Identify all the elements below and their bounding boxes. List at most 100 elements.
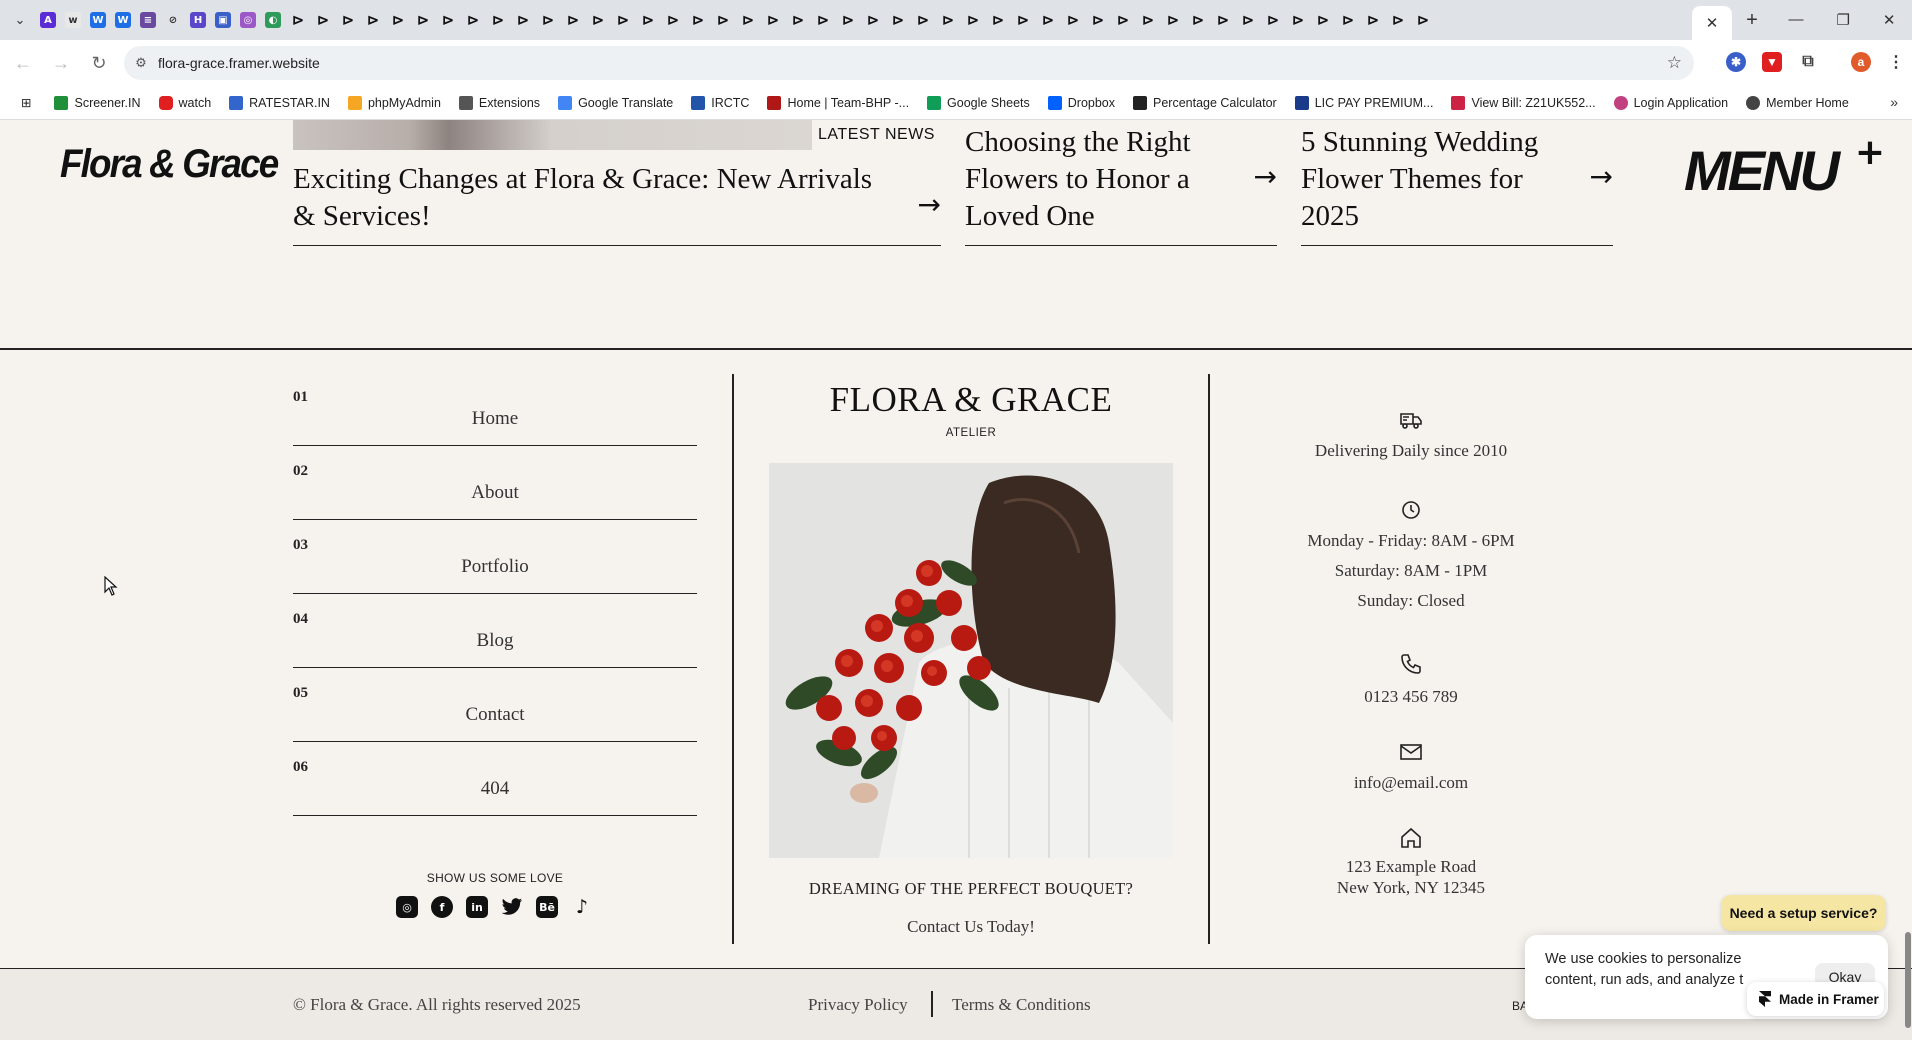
framer-tab-favicon[interactable]: ⊳ (1065, 12, 1081, 28)
bookmark-item[interactable]: Dropbox (1039, 95, 1124, 110)
framer-tab-favicon[interactable]: ⊳ (815, 12, 831, 28)
bookmark-star-icon[interactable]: ☆ (1667, 53, 1682, 73)
framer-tab-favicon[interactable]: ⊳ (1290, 12, 1306, 28)
tab-favicon[interactable]: H (190, 12, 206, 28)
tab-favicon[interactable]: ◎ (240, 12, 256, 28)
restore-button[interactable]: ❐ (1836, 11, 1849, 29)
news-item[interactable]: Choosing the Right Flowers to Honor a Lo… (965, 120, 1277, 246)
footer-nav-item[interactable]: 01 Home (293, 372, 697, 446)
framer-tab-favicon[interactable]: ⊳ (840, 12, 856, 28)
new-tab-button[interactable]: + (1732, 9, 1772, 32)
framer-tab-favicon[interactable]: ⊳ (540, 12, 556, 28)
framer-tab-favicon[interactable]: ⊳ (1415, 12, 1431, 28)
address-bar[interactable]: ⚙ flora-grace.framer.website ☆ (124, 46, 1694, 80)
behance-icon[interactable]: Bē (536, 896, 558, 918)
framer-tab-favicon[interactable]: ⊳ (640, 12, 656, 28)
footer-nav-item[interactable]: 05 Contact (293, 668, 697, 742)
framer-tab-favicon[interactable]: ⊳ (490, 12, 506, 28)
bookmark-item[interactable]: RATESTAR.IN (220, 95, 339, 110)
scrollbar-thumb[interactable] (1905, 932, 1911, 1028)
framer-tab-favicon[interactable]: ⊳ (1015, 12, 1031, 28)
framer-tab-favicon[interactable]: ⊳ (440, 12, 456, 28)
bookmark-item[interactable]: phpMyAdmin (339, 95, 450, 110)
bookmark-item[interactable]: IRCTC (682, 95, 758, 110)
framer-tab-favicon[interactable]: ⊳ (590, 12, 606, 28)
tab-search-button[interactable]: ⌄ (0, 0, 40, 40)
framer-tab-favicon[interactable]: ⊳ (1165, 12, 1181, 28)
facebook-icon[interactable]: f (431, 896, 453, 918)
news-item[interactable]: 5 Stunning Wedding Flower Themes for 202… (1301, 120, 1613, 246)
bookmark-item[interactable]: watch (150, 95, 221, 110)
phone-number[interactable]: 0123 456 789 (1261, 682, 1561, 712)
framer-tab-favicon[interactable]: ⊳ (715, 12, 731, 28)
tab-favicon[interactable]: ⊘ (165, 12, 181, 28)
framer-tab-favicon[interactable]: ⊳ (1140, 12, 1156, 28)
framer-tab-favicon[interactable]: ⊳ (1190, 12, 1206, 28)
framer-tab-favicon[interactable]: ⊳ (765, 12, 781, 28)
bookmark-item[interactable]: Member Home (1737, 95, 1858, 110)
menu-button[interactable]: MENU + (1684, 132, 1885, 203)
instagram-icon[interactable]: ◎ (396, 896, 418, 918)
tab-favicon[interactable]: ◐ (265, 12, 281, 28)
tab-favicon[interactable]: A (40, 12, 56, 28)
framer-tab-favicon[interactable]: ⊳ (390, 12, 406, 28)
linkedin-icon[interactable]: in (466, 896, 488, 918)
bookmarks-overflow-icon[interactable]: » (1890, 94, 1898, 110)
twitter-icon[interactable] (501, 896, 523, 918)
framer-tab-favicon[interactable]: ⊳ (565, 12, 581, 28)
framer-tab-favicon[interactable]: ⊳ (1040, 12, 1056, 28)
framer-tab-favicon[interactable]: ⊳ (940, 12, 956, 28)
bookmark-item[interactable]: Google Sheets (918, 95, 1039, 110)
framer-tab-favicon[interactable]: ⊳ (690, 12, 706, 28)
minimize-button[interactable]: — (1788, 11, 1803, 29)
privacy-policy-link[interactable]: Privacy Policy (808, 995, 908, 1015)
framer-tab-favicon[interactable]: ⊳ (1240, 12, 1256, 28)
back-arrow-icon[interactable]: ← (4, 53, 42, 74)
framer-tab-favicon[interactable]: ⊳ (290, 12, 306, 28)
tab-favicon[interactable]: W (115, 12, 131, 28)
framer-tab-favicon[interactable]: ⊳ (315, 12, 331, 28)
kebab-menu-icon[interactable]: ⋮ (1886, 52, 1906, 72)
framer-tab-favicon[interactable]: ⊳ (915, 12, 931, 28)
news-item[interactable]: Exciting Changes at Flora & Grace: New A… (293, 150, 941, 246)
url-text[interactable]: flora-grace.framer.website (158, 55, 320, 71)
framer-tab-favicon[interactable]: ⊳ (1315, 12, 1331, 28)
site-logo[interactable]: Flora & Grace (60, 142, 279, 187)
page-scrollbar[interactable] (1904, 120, 1912, 1040)
tiktok-icon[interactable]: ♪ (571, 896, 593, 918)
framer-tab-favicon[interactable]: ⊳ (1115, 12, 1131, 28)
footer-nav-item[interactable]: 06 404 (293, 742, 697, 816)
shield-extension-icon[interactable]: ▼ (1762, 52, 1782, 72)
bookmark-item[interactable]: Home | Team-BHP -... (758, 95, 918, 110)
bookmark-item[interactable]: Extensions (450, 95, 549, 110)
footer-nav-item[interactable]: 02 About (293, 446, 697, 520)
framer-tab-favicon[interactable]: ⊳ (340, 12, 356, 28)
email-address[interactable]: info@email.com (1261, 768, 1561, 798)
tab-favicon[interactable]: ≡ (140, 12, 156, 28)
extension-icon[interactable]: ✱ (1726, 52, 1746, 72)
framer-tab-favicon[interactable]: ⊳ (1215, 12, 1231, 28)
profile-avatar[interactable]: a (1851, 52, 1871, 72)
framer-tab-favicon[interactable]: ⊳ (1365, 12, 1381, 28)
footer-nav-item[interactable]: 04 Blog (293, 594, 697, 668)
reload-icon[interactable]: ↻ (80, 53, 118, 74)
footer-nav-item[interactable]: 03 Portfolio (293, 520, 697, 594)
framer-tab-favicon[interactable]: ⊳ (1340, 12, 1356, 28)
framer-tab-favicon[interactable]: ⊳ (465, 12, 481, 28)
contact-us-link[interactable]: Contact Us Today! (731, 917, 1211, 937)
framer-tab-favicon[interactable]: ⊳ (790, 12, 806, 28)
framer-tab-favicon[interactable]: ⊳ (740, 12, 756, 28)
made-in-framer-badge[interactable]: Made in Framer (1747, 982, 1884, 1016)
framer-tab-favicon[interactable]: ⊳ (615, 12, 631, 28)
framer-tab-favicon[interactable]: ⊳ (515, 12, 531, 28)
tab-favicon[interactable]: W (90, 12, 106, 28)
framer-tab-favicon[interactable]: ⊳ (865, 12, 881, 28)
forward-arrow-icon[interactable]: → (42, 53, 80, 74)
bookmark-item[interactable]: Percentage Calculator (1124, 95, 1286, 110)
framer-tab-favicon[interactable]: ⊳ (665, 12, 681, 28)
site-info-icon[interactable]: ⚙ (124, 55, 158, 71)
framer-tab-favicon[interactable]: ⊳ (965, 12, 981, 28)
setup-service-button[interactable]: Need a setup service? (1721, 895, 1886, 931)
framer-tab-favicon[interactable]: ⊳ (415, 12, 431, 28)
framer-tab-favicon[interactable]: ⊳ (1390, 12, 1406, 28)
